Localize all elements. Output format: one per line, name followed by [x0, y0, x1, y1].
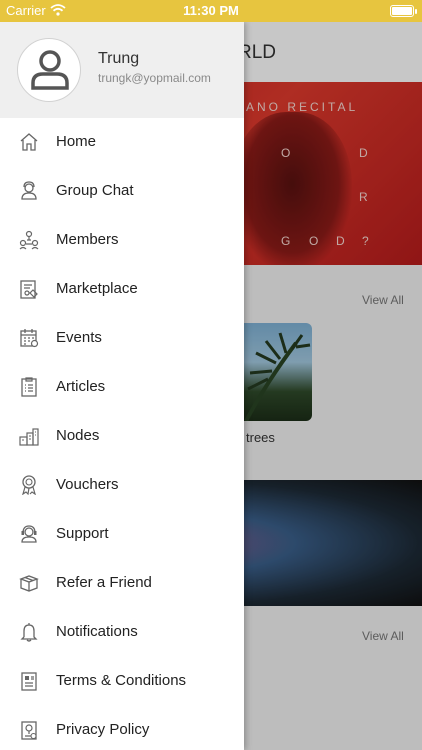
profile-name: Trung: [98, 50, 140, 67]
menu-item-label: Group Chat: [56, 182, 134, 199]
menu-item-events[interactable]: Events: [0, 314, 244, 363]
menu-item-vouchers[interactable]: Vouchers: [0, 461, 244, 510]
marketplace-icon: [20, 280, 38, 299]
menu-item-nodes[interactable]: Nodes: [0, 412, 244, 461]
menu-item-label: Notifications: [56, 623, 138, 640]
menu-item-notifications[interactable]: Notifications: [0, 608, 244, 657]
profile-email: trungk@yopmail.com: [98, 71, 211, 85]
profile-header[interactable]: Trung trungk@yopmail.com: [0, 22, 244, 118]
menu-item-group-chat[interactable]: Group Chat: [0, 167, 244, 216]
status-time: 11:30 PM: [183, 3, 239, 18]
menu-item-label: Refer a Friend: [56, 574, 152, 591]
support-icon: [21, 525, 37, 543]
voucher-icon: [22, 475, 36, 495]
side-drawer: Trung trungk@yopmail.com Home Group Chat: [0, 22, 244, 750]
menu-item-members[interactable]: Members: [0, 216, 244, 265]
menu-item-articles[interactable]: Articles: [0, 363, 244, 412]
menu-item-label: Articles: [56, 378, 106, 395]
menu-item-label: Nodes: [56, 427, 100, 444]
menu-item-label: Privacy Policy: [56, 721, 150, 738]
menu-item-support[interactable]: Support: [0, 510, 244, 559]
menu-item-label: Terms & Conditions: [56, 672, 187, 689]
menu-item-label: Support: [56, 525, 109, 542]
status-bar: Carrier 11:30 PM: [0, 0, 422, 22]
menu-item-refer-a-friend[interactable]: Refer a Friend: [0, 559, 244, 608]
privacy-icon: [21, 721, 37, 740]
menu-item-terms-and-conditions[interactable]: Terms & Conditions: [0, 657, 244, 706]
nodes-icon: [19, 428, 39, 446]
group-chat-icon: [21, 181, 37, 200]
calendar-icon: [20, 329, 39, 348]
members-icon: [19, 230, 39, 250]
menu-item-label: Members: [56, 231, 119, 248]
terms-icon: [21, 672, 37, 691]
drawer-menu: Home Group Chat Members Marketplace Even…: [0, 118, 244, 750]
articles-icon: [21, 377, 37, 397]
bell-icon: [20, 623, 38, 642]
menu-item-label: Marketplace: [56, 280, 138, 297]
home-icon: [20, 133, 38, 151]
menu-item-home[interactable]: Home: [0, 118, 244, 167]
avatar[interactable]: [17, 38, 81, 102]
menu-item-label: Home: [56, 133, 97, 150]
user-icon: [31, 50, 69, 90]
menu-item-privacy-policy[interactable]: Privacy Policy: [0, 706, 244, 750]
gift-box-icon: [19, 575, 39, 592]
battery-icon: [390, 5, 417, 17]
menu-item-marketplace[interactable]: Marketplace: [0, 265, 244, 314]
menu-item-label: Events: [56, 329, 102, 346]
menu-item-label: Vouchers: [56, 476, 119, 493]
